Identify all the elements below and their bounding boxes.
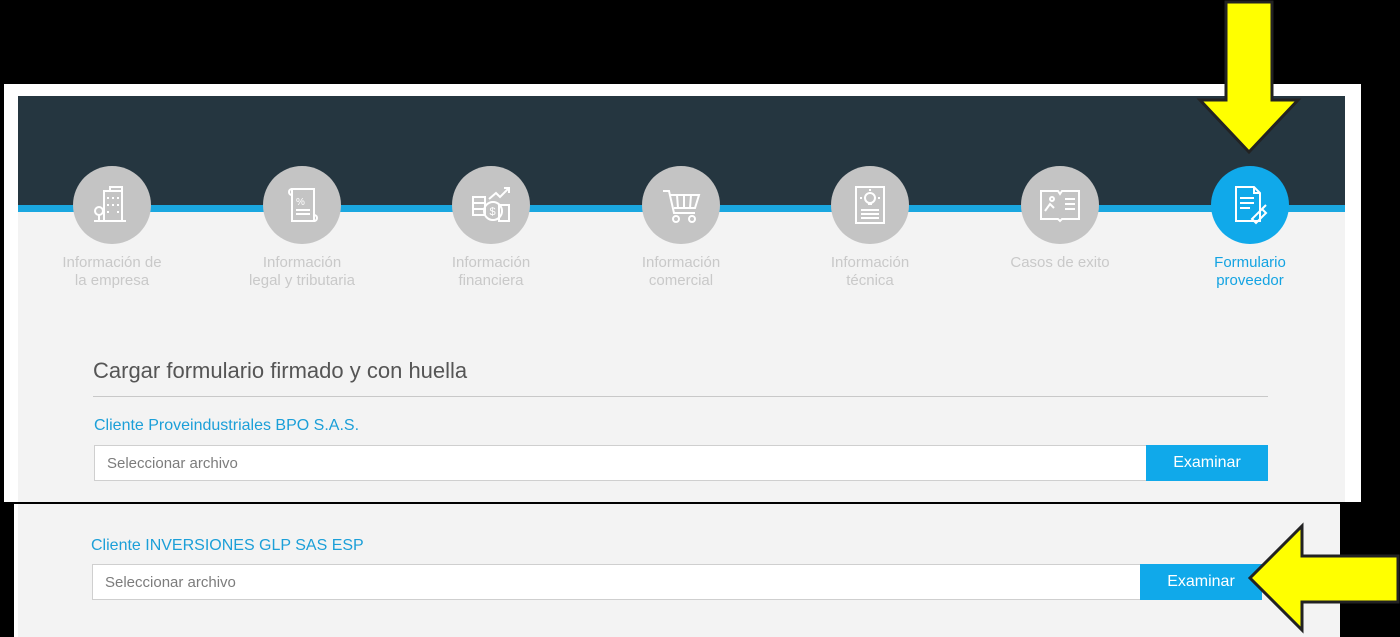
step-casos-exito[interactable]: Casos de exito: [975, 166, 1145, 272]
file-input-inversiones-glp[interactable]: Seleccionar archivo: [92, 564, 1140, 600]
client-label-inversiones-glp: Cliente INVERSIONES GLP SAS ESP: [91, 537, 364, 554]
examinar-button-proveindustriales[interactable]: Examinar: [1146, 445, 1268, 481]
svg-text:%: %: [296, 197, 305, 208]
step-label: Información comercial: [641, 254, 721, 289]
step-circle: [831, 166, 909, 244]
document-percent-icon: %: [288, 188, 318, 222]
step-circle: [1211, 166, 1289, 244]
shopping-cart-icon: [663, 190, 701, 223]
annotation-arrow-down-icon: [1196, 0, 1302, 155]
step-label: Información de la empresa: [62, 254, 162, 289]
building-icon: [94, 186, 126, 222]
step-legal[interactable]: % Información legal y tributaria: [217, 166, 387, 290]
step-circle: $: [452, 166, 530, 244]
section-divider: [93, 396, 1268, 397]
examinar-button-inversiones-glp[interactable]: Examinar: [1140, 564, 1262, 600]
step-financiera[interactable]: $ Información financiera: [406, 166, 576, 290]
book-image-icon: [1040, 190, 1080, 223]
form-signature-icon: [1235, 186, 1268, 225]
step-circle: [642, 166, 720, 244]
money-chart-icon: $: [472, 187, 510, 222]
file-input-proveindustriales[interactable]: Seleccionar archivo: [94, 445, 1146, 481]
file-upload-inversiones-glp: Seleccionar archivo Examinar: [92, 564, 1262, 600]
step-formulario-proveedor[interactable]: Formulario proveedor: [1165, 166, 1335, 290]
step-label: Casos de exito: [1010, 254, 1110, 271]
step-empresa[interactable]: Información de la empresa: [27, 166, 197, 290]
step-label: Información financiera: [451, 254, 531, 289]
step-circle: [1021, 166, 1099, 244]
step-label: Información legal y tributaria: [249, 254, 355, 289]
annotation-arrow-left-icon: [1247, 522, 1400, 634]
step-comercial[interactable]: Información comercial: [596, 166, 766, 290]
section-title: Cargar formulario firmado y con huella: [93, 358, 468, 383]
client-label-proveindustriales: Cliente Proveindustriales BPO S.A.S.: [94, 417, 360, 434]
step-tecnica[interactable]: Información técnica: [785, 166, 955, 290]
svg-text:$: $: [490, 206, 496, 218]
file-upload-proveindustriales: Seleccionar archivo Examinar: [94, 445, 1268, 481]
step-label: Formulario proveedor: [1214, 254, 1286, 289]
step-circle: [73, 166, 151, 244]
step-label: Información técnica: [830, 254, 910, 289]
lightbulb-document-icon: [855, 186, 885, 224]
step-circle: %: [263, 166, 341, 244]
